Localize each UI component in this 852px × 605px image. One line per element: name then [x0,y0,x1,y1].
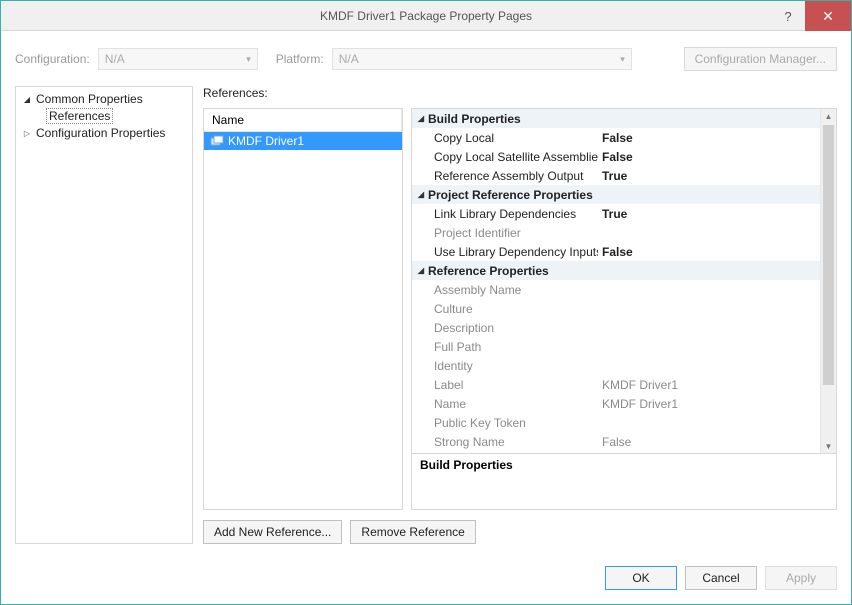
property-pages-window: KMDF Driver1 Package Property Pages ? ✕ … [0,0,852,605]
reference-item-label: KMDF Driver1 [228,134,304,148]
property-row[interactable]: NameKMDF Driver1 [412,394,820,413]
property-row[interactable]: Strong NameFalse [412,432,820,451]
property-name: Project Identifier [412,226,598,240]
column-header-name[interactable]: Name [204,109,402,132]
window-title: KMDF Driver1 Package Property Pages [1,9,851,23]
property-value[interactable]: False [598,150,820,164]
property-name: Name [412,397,598,411]
property-name: Link Library Dependencies [412,207,598,221]
scroll-thumb[interactable] [823,125,834,385]
property-row[interactable]: Reference Assembly OutputTrue [412,166,820,185]
property-description-title: Build Properties [420,458,828,472]
property-row[interactable]: Description [412,318,820,337]
property-row[interactable]: Public Key Token [412,413,820,432]
scrollbar[interactable]: ▲ ▼ [820,109,836,453]
property-name: Full Path [412,340,598,354]
cancel-button[interactable]: Cancel [685,566,757,590]
help-button[interactable]: ? [771,1,805,31]
close-button[interactable]: ✕ [805,1,851,31]
category-label: Build Properties [428,112,521,126]
property-value[interactable]: KMDF Driver1 [598,397,820,411]
tree-item-common-properties[interactable]: ◢ Common Properties [18,91,190,107]
property-grid[interactable]: ◢Build PropertiesCopy LocalFalseCopy Loc… [411,108,837,454]
category-label: Reference Properties [428,264,549,278]
configuration-value: N/A [105,52,125,66]
reference-buttons: Add New Reference... Remove Reference [203,516,837,544]
property-grid-rows: ◢Build PropertiesCopy LocalFalseCopy Loc… [412,109,820,453]
expander-icon[interactable]: ◢ [414,114,428,123]
property-value[interactable]: False [598,435,820,449]
add-reference-button[interactable]: Add New Reference... [203,520,342,544]
expander-icon[interactable]: ▷ [22,129,32,138]
property-row[interactable]: Culture [412,299,820,318]
property-name: Reference Assembly Output [412,169,598,183]
chevron-down-icon: ▾ [246,54,251,65]
body: ◢ Common Properties References ▷ Configu… [1,86,851,558]
titlebar: KMDF Driver1 Package Property Pages ? ✕ [1,1,851,31]
property-category[interactable]: ◢Build Properties [412,109,820,128]
property-row[interactable]: Project Identifier [412,223,820,242]
property-value[interactable]: True [598,207,820,221]
ok-button[interactable]: OK [605,566,677,590]
property-row[interactable]: LabelKMDF Driver1 [412,375,820,394]
platform-label: Platform: [276,52,324,66]
property-value[interactable]: False [598,245,820,259]
property-row[interactable]: Version0.0.0.0 [412,451,820,453]
tree-item-references[interactable]: References [18,107,190,125]
property-category[interactable]: ◢Reference Properties [412,261,820,280]
window-controls: ? ✕ [771,1,851,30]
platform-dropdown: N/A ▾ [332,48,632,70]
property-row[interactable]: Copy Local Satellite AssembliesFalse [412,147,820,166]
property-value[interactable]: True [598,169,820,183]
property-row[interactable]: Link Library DependenciesTrue [412,204,820,223]
tree-item-configuration-properties[interactable]: ▷ Configuration Properties [18,125,190,141]
references-label: References: [203,86,837,102]
property-value[interactable]: KMDF Driver1 [598,378,820,392]
property-name: Copy Local Satellite Assemblies [412,150,598,164]
property-name: Use Library Dependency Inputs [412,245,598,259]
property-name: Assembly Name [412,283,598,297]
property-name: Strong Name [412,435,598,449]
property-row[interactable]: Use Library Dependency InputsFalse [412,242,820,261]
property-name: Label [412,378,598,392]
property-description: Build Properties [411,454,837,510]
property-name: Public Key Token [412,416,598,430]
property-value[interactable]: False [598,131,820,145]
configuration-label: Configuration: [15,52,90,66]
property-grid-wrap: ◢Build PropertiesCopy LocalFalseCopy Loc… [411,108,837,510]
property-name: Copy Local [412,131,598,145]
platform-value: N/A [339,52,359,66]
reference-item[interactable]: KMDF Driver1 [204,132,402,150]
expander-icon[interactable]: ◢ [414,266,428,275]
scroll-up-icon[interactable]: ▲ [821,109,836,123]
property-row[interactable]: Identity [412,356,820,375]
dialog-footer: OK Cancel Apply [1,558,851,604]
property-row[interactable]: Assembly Name [412,280,820,299]
right-pane: References: Name KMDF Driver1 [203,86,837,544]
category-label: Project Reference Properties [428,188,593,202]
property-name: Culture [412,302,598,316]
property-row[interactable]: Full Path [412,337,820,356]
remove-reference-button[interactable]: Remove Reference [350,520,475,544]
config-toolbar: Configuration: N/A ▾ Platform: N/A ▾ Con… [1,31,851,86]
reference-icon [210,135,224,147]
property-name: Identity [412,359,598,373]
property-name: Description [412,321,598,335]
apply-button: Apply [765,566,837,590]
expander-icon[interactable]: ◢ [22,95,32,104]
nav-tree[interactable]: ◢ Common Properties References ▷ Configu… [15,86,193,544]
property-category[interactable]: ◢Project Reference Properties [412,185,820,204]
references-list[interactable]: Name KMDF Driver1 [203,108,403,510]
panes: Name KMDF Driver1 [203,108,837,510]
scroll-down-icon[interactable]: ▼ [821,439,836,453]
chevron-down-icon: ▾ [620,54,625,65]
property-row[interactable]: Copy LocalFalse [412,128,820,147]
references-list-body: KMDF Driver1 [204,132,402,509]
expander-icon[interactable]: ◢ [414,190,428,199]
configuration-dropdown: N/A ▾ [98,48,258,70]
configuration-manager-button: Configuration Manager... [684,47,837,71]
